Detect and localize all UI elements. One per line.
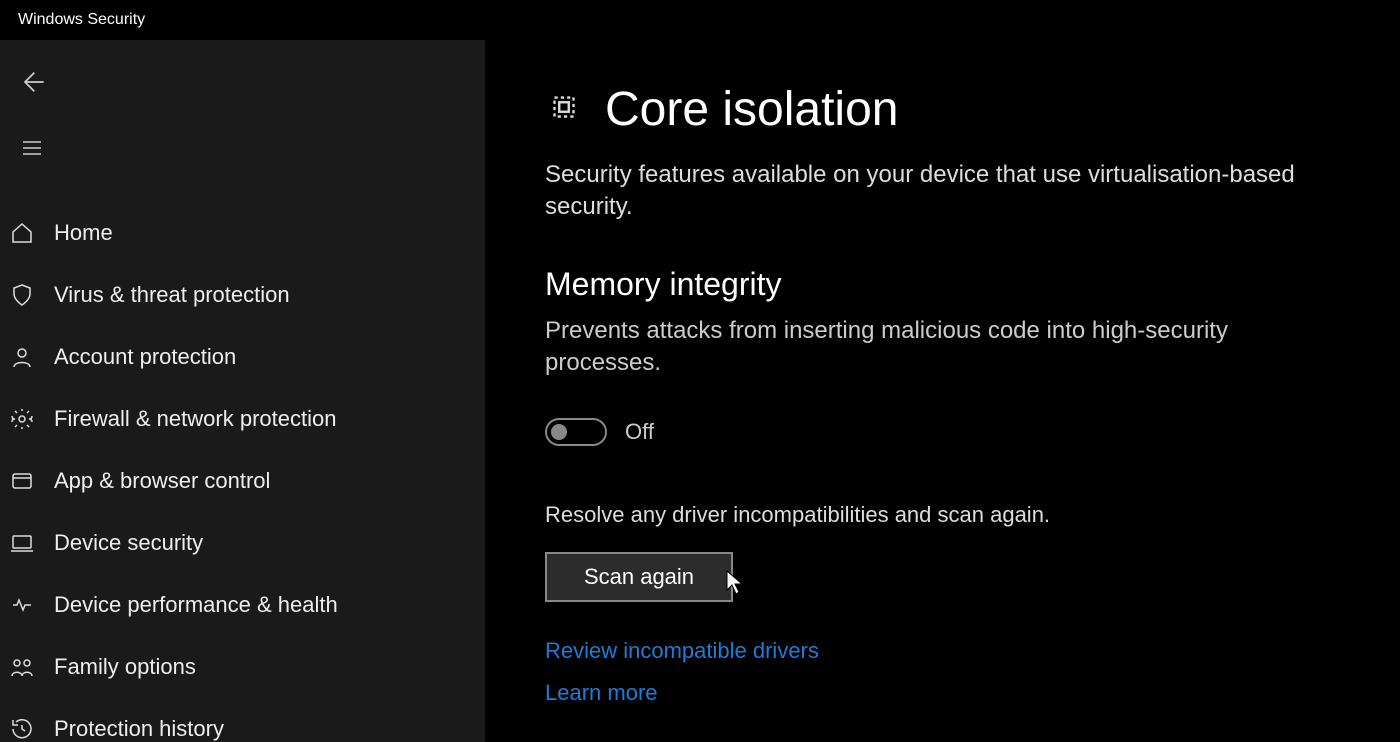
learn-more-link[interactable]: Learn more: [545, 680, 658, 706]
sidebar: Home Virus & threat protection Account p…: [0, 40, 485, 742]
hamburger-button[interactable]: [8, 126, 56, 174]
sidebar-item-label: Device performance & health: [54, 592, 338, 618]
memory-integrity-description: Prevents attacks from inserting maliciou…: [545, 315, 1265, 380]
memory-integrity-toggle[interactable]: [545, 418, 607, 446]
firewall-icon: [8, 405, 36, 433]
health-icon: [8, 591, 36, 619]
hamburger-icon: [20, 136, 44, 165]
app-control-icon: [8, 467, 36, 495]
core-isolation-icon: [545, 88, 583, 131]
page-subtitle: Security features available on your devi…: [545, 159, 1305, 224]
sidebar-item-performance-health[interactable]: Device performance & health: [0, 574, 485, 636]
review-drivers-link[interactable]: Review incompatible drivers: [545, 638, 819, 664]
sidebar-item-family-options[interactable]: Family options: [0, 636, 485, 698]
sidebar-item-label: Firewall & network protection: [54, 406, 336, 432]
sidebar-item-virus-threat[interactable]: Virus & threat protection: [0, 264, 485, 326]
memory-integrity-heading: Memory integrity: [545, 266, 1340, 303]
sidebar-item-account-protection[interactable]: Account protection: [0, 326, 485, 388]
sidebar-item-device-security[interactable]: Device security: [0, 512, 485, 574]
back-button[interactable]: [8, 60, 56, 108]
account-icon: [8, 343, 36, 371]
sidebar-item-label: Account protection: [54, 344, 236, 370]
sidebar-item-label: Home: [54, 220, 113, 246]
main-content: Core isolation Security features availab…: [485, 40, 1400, 742]
toggle-state-label: Off: [625, 419, 654, 445]
sidebar-item-label: App & browser control: [54, 468, 270, 494]
home-icon: [8, 219, 36, 247]
sidebar-item-firewall[interactable]: Firewall & network protection: [0, 388, 485, 450]
sidebar-item-label: Family options: [54, 654, 196, 680]
device-security-icon: [8, 529, 36, 557]
sidebar-item-label: Device security: [54, 530, 203, 556]
back-arrow-icon: [18, 68, 46, 101]
nav: Home Virus & threat protection Account p…: [0, 202, 485, 742]
app-title: Windows Security: [18, 11, 145, 29]
title-bar: Windows Security: [0, 0, 1400, 40]
sidebar-item-label: Virus & threat protection: [54, 282, 290, 308]
sidebar-item-app-browser[interactable]: App & browser control: [0, 450, 485, 512]
sidebar-item-protection-history[interactable]: Protection history: [0, 698, 485, 742]
resolve-instruction: Resolve any driver incompatibilities and…: [545, 502, 1340, 528]
history-icon: [8, 715, 36, 742]
sidebar-item-home[interactable]: Home: [0, 202, 485, 264]
toggle-knob: [551, 424, 567, 440]
scan-again-button[interactable]: Scan again: [545, 552, 733, 602]
shield-icon: [8, 281, 36, 309]
page-title: Core isolation: [605, 82, 898, 137]
family-icon: [8, 653, 36, 681]
sidebar-item-label: Protection history: [54, 716, 224, 742]
